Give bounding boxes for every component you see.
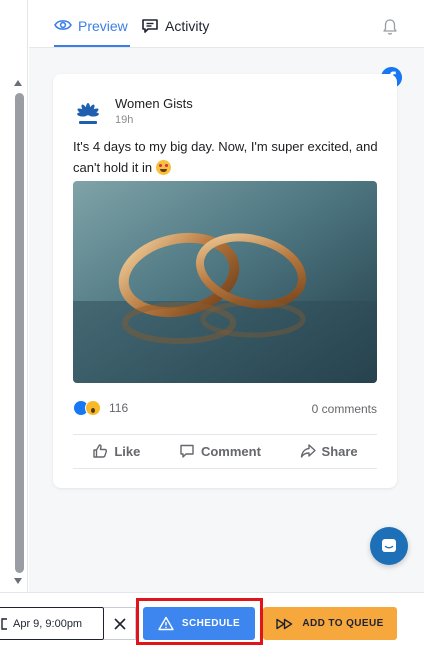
reaction-icons <box>73 400 103 416</box>
fast-forward-icon <box>276 618 293 629</box>
close-icon <box>113 617 126 630</box>
tab-preview-label: Preview <box>78 18 128 34</box>
chat-support-icon[interactable] <box>370 527 408 565</box>
post-text: It's 4 days to my big day. Now, I'm supe… <box>73 136 381 178</box>
schedule-label: SCHEDULE <box>181 618 241 629</box>
share-arrow-icon <box>300 444 316 458</box>
warning-triangle-icon <box>158 616 174 631</box>
thumbs-up-icon <box>93 444 108 458</box>
add-to-queue-label: ADD TO QUEUE <box>302 618 384 629</box>
post-image <box>73 181 377 383</box>
calendar-icon <box>1 617 7 630</box>
post-actions: Like Comment Share <box>73 435 377 467</box>
facebook-post-preview: Women Gists 19h It's 4 days to my big da… <box>53 74 397 488</box>
divider-bottom <box>73 468 377 469</box>
comment-label: Comment <box>200 443 261 459</box>
comment-box-icon <box>142 19 158 33</box>
eye-icon <box>54 20 72 30</box>
panel-tabs: Preview Activity <box>29 0 424 48</box>
comment-icon <box>180 444 194 458</box>
like-label: Like <box>114 443 141 459</box>
post-text-body: It's 4 days to my big day. Now, I'm supe… <box>73 139 378 175</box>
share-label: Share <box>321 443 358 459</box>
left-scroll-region <box>0 0 28 592</box>
post-author[interactable]: Women Gists <box>115 96 193 111</box>
page-avatar <box>73 100 103 130</box>
scroll-down-arrow-icon[interactable] <box>14 578 22 584</box>
bell-icon[interactable] <box>382 18 398 41</box>
scrollbar-thumb[interactable] <box>15 93 24 573</box>
share-button[interactable]: Share <box>300 443 358 459</box>
scroll-up-arrow-icon[interactable] <box>14 80 22 86</box>
schedule-button[interactable]: SCHEDULE <box>143 607 255 640</box>
clear-date-button[interactable] <box>104 607 136 640</box>
tab-preview[interactable]: Preview <box>54 18 130 47</box>
schedule-date-value: Apr 9, 9:00pm <box>13 617 83 630</box>
reaction-count: 116 <box>109 401 129 415</box>
wow-reaction-icon <box>85 400 101 416</box>
add-to-queue-button[interactable]: ADD TO QUEUE <box>263 607 397 640</box>
like-button[interactable]: Like <box>92 443 140 459</box>
star-struck-emoji-icon <box>155 160 171 175</box>
tab-activity-label: Activity <box>165 18 210 34</box>
bottom-action-bar: Apr 9, 9:00pm SCHEDULE ADD TO QUEUE <box>0 592 424 655</box>
comment-button[interactable]: Comment <box>179 443 261 459</box>
reaction-summary[interactable]: 116 <box>73 400 128 416</box>
preview-panel: Preview Activity Women Gists 19h It's 4 … <box>29 0 424 592</box>
post-time: 19h <box>115 114 134 126</box>
tab-activity[interactable]: Activity <box>141 18 209 47</box>
comments-count[interactable]: 0 comments <box>312 402 377 416</box>
schedule-date-field[interactable]: Apr 9, 9:00pm <box>0 607 104 640</box>
app-frame: Preview Activity Women Gists 19h It's 4 … <box>0 0 424 655</box>
